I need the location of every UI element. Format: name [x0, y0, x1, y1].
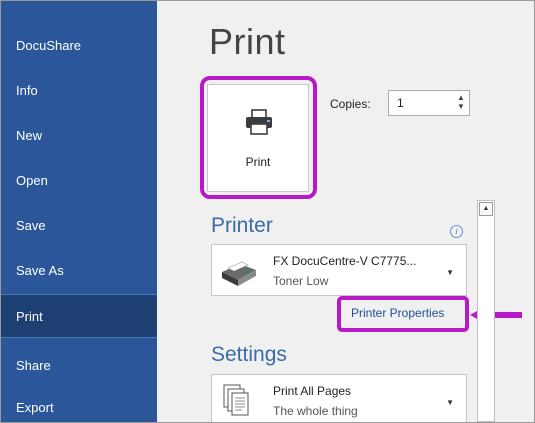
preview-scrollbar[interactable]: ▲	[477, 200, 495, 422]
printer-heading: Printer	[211, 214, 273, 237]
scroll-up-icon[interactable]: ▲	[479, 202, 493, 216]
printer-icon	[246, 109, 272, 135]
printer-properties-link[interactable]: Printer Properties	[351, 306, 444, 320]
sidebar-item-save[interactable]: Save	[1, 204, 157, 248]
copies-stepper[interactable]: 1 ▲ ▼	[388, 90, 470, 116]
copies-value: 1	[397, 96, 404, 110]
sidebar-item-label: Export	[16, 400, 54, 415]
sidebar-item-label: Share	[16, 358, 51, 373]
sidebar-item-label: New	[16, 128, 43, 143]
pages-option: Print All Pages	[273, 384, 352, 398]
page-title: Print	[209, 21, 286, 62]
chevron-down-icon: ▼	[446, 398, 454, 407]
sidebar-item-label: DocuShare	[16, 38, 82, 53]
sidebar-item-export[interactable]: Export	[1, 386, 157, 422]
info-icon[interactable]: i	[450, 225, 463, 238]
backstage-sidebar: DocuShare Info New Open Save Save As Pri…	[1, 1, 157, 422]
printer-status: Toner Low	[273, 274, 329, 288]
copies-spinner[interactable]: ▲ ▼	[456, 93, 466, 113]
sidebar-item-open[interactable]: Open	[1, 159, 157, 203]
print-button-label: Print	[245, 155, 271, 169]
sidebar-item-info[interactable]: Info	[1, 69, 157, 113]
sidebar-item-label: Info	[16, 83, 38, 98]
printer-device-icon	[222, 261, 256, 286]
pages-dropdown[interactable]: Print All Pages The whole thing ▼	[211, 374, 467, 422]
chevron-down-icon: ▼	[446, 268, 454, 277]
copies-label: Copies:	[330, 97, 371, 111]
print-pane: Print Print Copies: 1 ▲ ▼ Printer i FX D…	[157, 1, 534, 422]
sidebar-item-label: Print	[16, 309, 43, 324]
printer-name: FX DocuCentre-V C7775...	[273, 254, 417, 268]
sidebar-item-docushare[interactable]: DocuShare	[1, 24, 157, 68]
sidebar-item-print[interactable]: Print	[1, 294, 157, 338]
settings-heading: Settings	[211, 343, 287, 366]
sidebar-item-label: Save As	[16, 263, 64, 278]
pages-description: The whole thing	[273, 404, 358, 418]
sidebar-item-new[interactable]: New	[1, 114, 157, 158]
sidebar-item-save-as[interactable]: Save As	[1, 249, 157, 293]
printer-dropdown[interactable]: FX DocuCentre-V C7775... Toner Low ▼	[211, 244, 467, 296]
print-backstage-window: DocuShare Info New Open Save Save As Pri…	[0, 0, 535, 423]
print-button[interactable]: Print	[207, 84, 309, 192]
sidebar-item-label: Open	[16, 173, 48, 188]
sidebar-item-share[interactable]: Share	[1, 344, 157, 388]
pages-icon	[223, 384, 249, 416]
sidebar-item-label: Save	[16, 218, 46, 233]
